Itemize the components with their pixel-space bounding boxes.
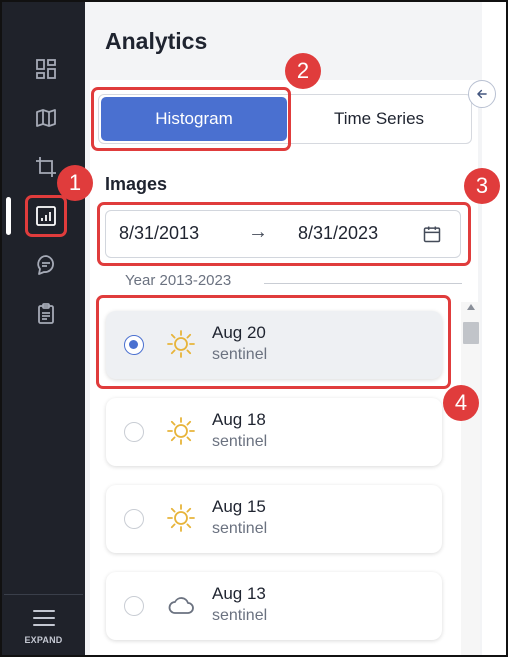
clipboard-icon <box>38 303 54 324</box>
annotation-badge: 2 <box>285 53 321 89</box>
crop-icon <box>36 157 56 177</box>
sidebar-item-chat[interactable] <box>26 245 66 285</box>
date-start[interactable]: 8/31/2013 <box>119 223 199 244</box>
expand-button[interactable]: EXPAND <box>4 602 83 655</box>
image-list-item[interactable]: Aug 15 sentinel <box>106 485 442 553</box>
sidebar-item-reports[interactable] <box>26 294 66 334</box>
expand-label: EXPAND <box>24 635 63 645</box>
sidebar-item-dashboard[interactable] <box>26 49 66 89</box>
radio-button[interactable] <box>124 335 144 355</box>
app-window: EXPAND Analytics Histogram Time Series I… <box>0 0 508 657</box>
image-source: sentinel <box>212 520 268 537</box>
sun-icon <box>167 330 195 358</box>
image-date: Aug 13 <box>212 584 266 603</box>
annotation-badge: 3 <box>464 168 500 204</box>
chat-location-icon <box>37 255 54 275</box>
sidebar-item-map[interactable] <box>26 98 66 138</box>
sidebar-item-analytics[interactable] <box>26 196 66 236</box>
dashboard-icon <box>36 59 56 79</box>
sun-icon <box>167 417 195 445</box>
analytics-icon <box>36 206 56 226</box>
view-toggle: Histogram Time Series <box>98 94 472 144</box>
map-icon <box>36 109 56 127</box>
annotation-badge: 4 <box>443 385 479 421</box>
tab-time-series[interactable]: Time Series <box>289 97 469 141</box>
active-indicator <box>6 197 11 235</box>
sidebar: EXPAND <box>2 2 85 655</box>
radio-button[interactable] <box>124 596 144 616</box>
year-range-label: Year 2013-2023 <box>125 272 232 289</box>
sun-icon <box>167 504 195 532</box>
image-source: sentinel <box>212 346 268 363</box>
image-source: sentinel <box>212 607 268 624</box>
year-divider <box>264 283 462 284</box>
menu-icon <box>32 610 55 626</box>
annotation-badge: 1 <box>57 165 93 201</box>
arrow-right-icon: → <box>248 221 268 243</box>
image-date: Aug 20 <box>212 323 266 342</box>
image-date: Aug 15 <box>212 497 266 516</box>
cloud-icon <box>168 597 194 614</box>
scroll-thumb[interactable] <box>463 322 479 344</box>
arrow-left-icon <box>477 89 487 99</box>
image-list-item[interactable]: Aug 18 sentinel <box>106 398 442 466</box>
calendar-icon[interactable] <box>422 224 442 244</box>
scrollbar[interactable] <box>461 302 480 655</box>
image-list-item[interactable]: Aug 20 sentinel <box>106 311 442 379</box>
page-title: Analytics <box>105 28 208 54</box>
tab-histogram[interactable]: Histogram <box>101 97 287 141</box>
date-end[interactable]: 8/31/2023 <box>298 223 378 244</box>
image-list: Aug 20 sentinel Aug 18 sentinel Aug 15 s… <box>90 298 480 655</box>
date-range-picker[interactable]: 8/31/2013 → 8/31/2023 <box>105 210 461 258</box>
collapse-panel-button[interactable] <box>468 80 496 108</box>
radio-button[interactable] <box>124 422 144 442</box>
sidebar-divider <box>4 594 83 595</box>
radio-button[interactable] <box>124 509 144 529</box>
image-source: sentinel <box>212 433 268 450</box>
scroll-up-arrow-icon[interactable] <box>467 304 475 310</box>
image-date: Aug 18 <box>212 410 266 429</box>
images-section-title: Images <box>105 174 168 194</box>
image-list-item[interactable]: Aug 13 sentinel <box>106 572 442 640</box>
